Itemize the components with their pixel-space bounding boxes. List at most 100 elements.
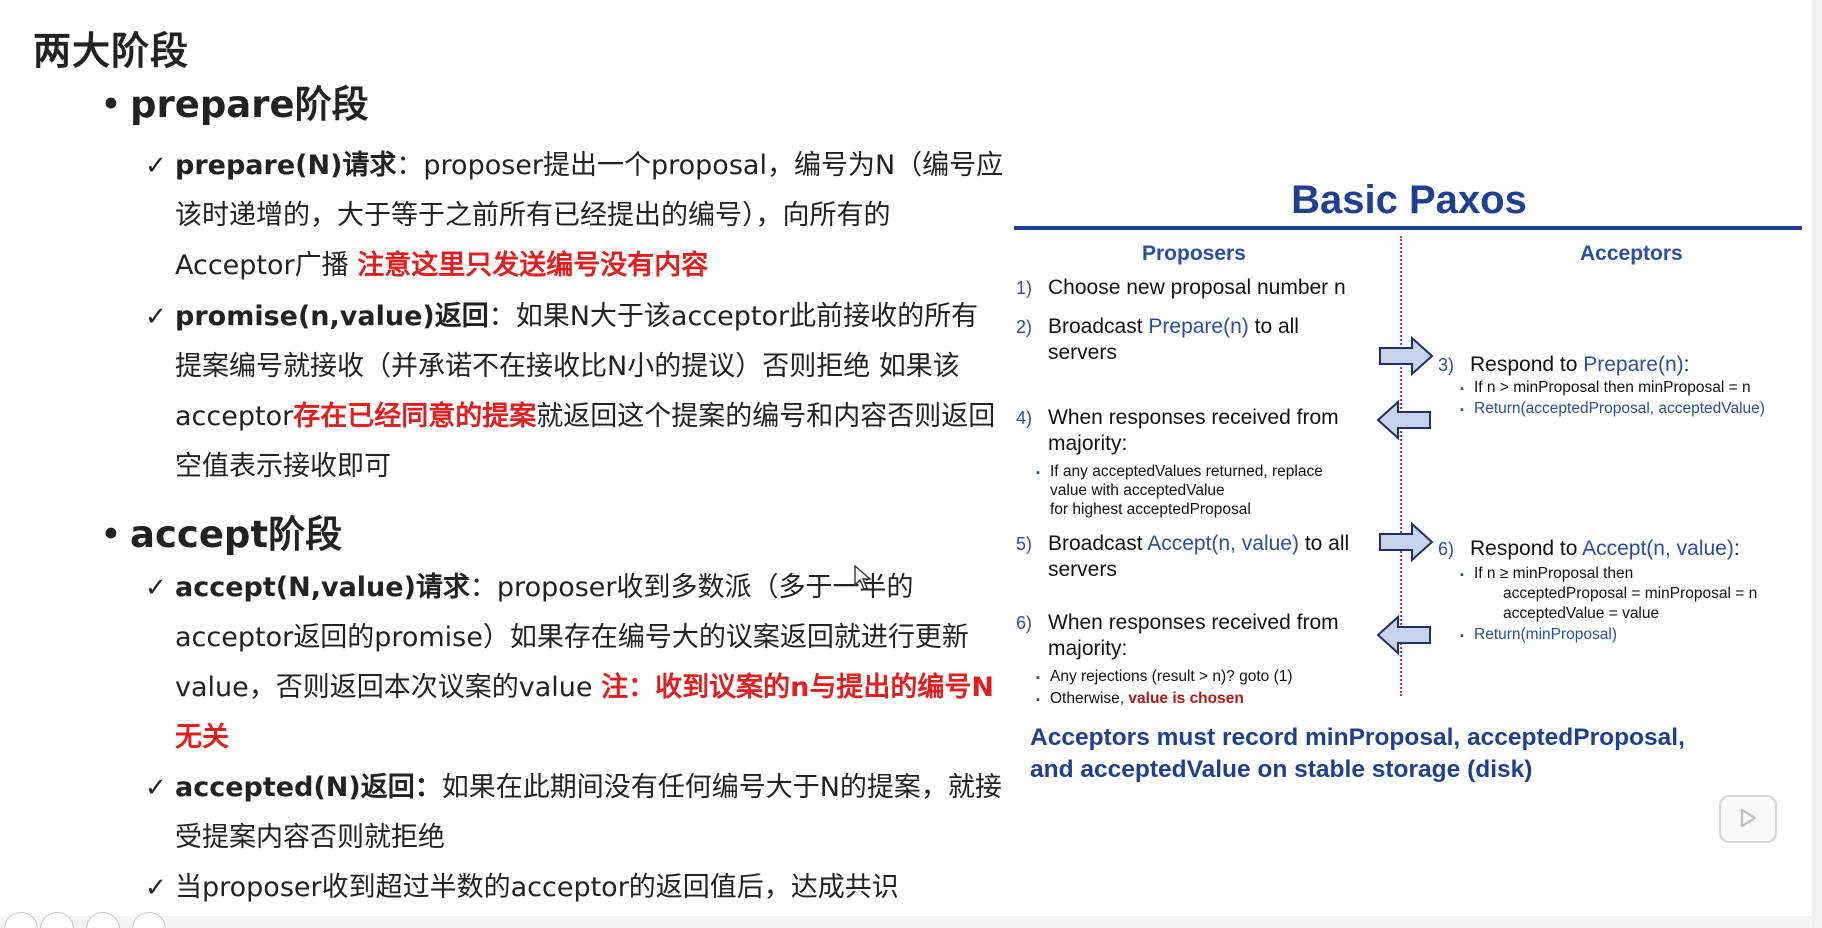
step-respond-prepare: Respond to Prepare(n): xyxy=(1470,352,1689,378)
arrow-left-icon xyxy=(1376,615,1431,655)
sub-bullet: ▪ If any acceptedValues returned, replace xyxy=(1036,462,1323,483)
step-majority-check: When responses received from majority: xyxy=(1048,610,1339,662)
pen-tool-icon[interactable] xyxy=(4,912,38,928)
zoom-tool-icon[interactable] xyxy=(86,912,120,928)
step-text: majority: xyxy=(1048,432,1128,455)
sub-bullet: ▪ If n ≥ minProposal then xyxy=(1460,564,1633,585)
arrow-right-icon xyxy=(1379,336,1434,376)
step-text: When responses received from xyxy=(1048,406,1339,429)
arrow-right-icon xyxy=(1379,522,1434,562)
diagram-title: Basic Paxos xyxy=(1291,178,1527,222)
check-icon: ✓ xyxy=(145,573,167,603)
sub-bullet: ▪ If n > minProposal then minProposal = n xyxy=(1460,378,1751,399)
square-bullet-icon: ▪ xyxy=(1460,569,1464,581)
step-broadcast-prepare: Broadcast Prepare(n) to all servers xyxy=(1048,314,1299,366)
footer-line: Acceptors must record minProposal, accep… xyxy=(1030,724,1685,751)
check-icon: ✓ xyxy=(145,773,167,803)
item-term: prepare(N)请求 xyxy=(175,150,397,181)
accept-heading-label: accept阶段 xyxy=(130,513,343,556)
bottom-toolbar xyxy=(0,916,1812,928)
item-highlight: 存在已经同意的提案 xyxy=(293,401,537,432)
sub-bullet: ▪ Otherwise, value is chosen xyxy=(1036,689,1244,710)
basic-paxos-diagram: Basic Paxos Proposers Acceptors 1) Choos… xyxy=(1014,170,1804,790)
step-number: 3) xyxy=(1438,355,1455,375)
step-text: Respond to xyxy=(1470,353,1584,376)
accept-call: Accept(n, value) xyxy=(1582,537,1734,560)
prepare-call: Prepare(n) xyxy=(1583,353,1684,376)
prepare-request-item: ✓ prepare(N)请求：proposer提出一个proposal，编号为N… xyxy=(145,141,1005,291)
scrollbar-track[interactable] xyxy=(1812,0,1822,928)
sub-text: for highest acceptedProposal xyxy=(1050,501,1251,518)
sub-text: Any rejections (result > n)? goto (1) xyxy=(1050,668,1293,685)
sub-bullet: ▪ Any rejections (result > n)? goto (1) xyxy=(1036,667,1293,688)
item-highlight: 注意这里只发送编号没有内容 xyxy=(357,250,709,281)
item-term: promise(n,value)返回 xyxy=(175,301,489,332)
sub-text: If n > minProposal then minProposal = n xyxy=(1474,379,1751,396)
step-text: servers xyxy=(1048,341,1117,364)
sub-text: Otherwise, xyxy=(1050,690,1129,707)
square-bullet-icon: ▪ xyxy=(1460,383,1464,395)
mouse-cursor-icon xyxy=(854,565,872,590)
sub-bullet: ▪ Return(acceptedProposal, acceptedValue) xyxy=(1460,399,1765,420)
step-text: : xyxy=(1683,353,1690,376)
step-respond-accept: Respond to Accept(n, value): xyxy=(1470,536,1740,562)
slide-title: 两大阶段 xyxy=(33,29,190,73)
sub-text: value with acceptedValue xyxy=(1050,482,1225,499)
check-icon: ✓ xyxy=(145,302,167,332)
proposers-label: Proposers xyxy=(1142,242,1246,265)
sub-text: If n ≥ minProposal then xyxy=(1474,565,1634,582)
footer-line: and acceptedValue on stable storage (dis… xyxy=(1030,756,1533,783)
step-text: Broadcast xyxy=(1048,532,1148,555)
play-button[interactable] xyxy=(1719,795,1777,843)
check-icon: ✓ xyxy=(145,151,167,181)
step-broadcast-accept: Broadcast Accept(n, value) to all server… xyxy=(1048,531,1349,583)
item-text: 当proposer收到超过半数的acceptor的返回值后，达成共识 xyxy=(175,872,899,903)
square-bullet-icon: ▪ xyxy=(1460,630,1464,642)
square-bullet-icon: ▪ xyxy=(1036,672,1040,684)
acceptors-label: Acceptors xyxy=(1580,242,1683,265)
step-number: 4) xyxy=(1016,408,1033,428)
consensus-item: ✓ 当proposer收到超过半数的acceptor的返回值后，达成共识 xyxy=(145,863,1005,913)
diagram-footer: Acceptors must record minProposal, accep… xyxy=(1030,722,1800,786)
accept-heading: • accept阶段 xyxy=(100,504,342,558)
step-text: Respond to xyxy=(1470,537,1583,560)
sub-text: acceptedProposal = minProposal = n xyxy=(1503,585,1758,602)
step-text: to all xyxy=(1248,315,1299,338)
copy-tool-icon[interactable] xyxy=(40,912,74,928)
value-chosen-highlight: value is chosen xyxy=(1128,690,1244,707)
accepted-return-item: ✓ accepted(N)返回：如果在此期间没有任何编号大于N的提案，就接受提案… xyxy=(145,763,1005,863)
step-text: Broadcast xyxy=(1048,315,1149,338)
prepare-heading: • prepare阶段 xyxy=(100,74,369,128)
step-number: 6) xyxy=(1016,613,1033,633)
sub-bullet: ▪ Return(minProposal) xyxy=(1460,625,1617,646)
step-number: 2) xyxy=(1016,317,1033,337)
prepare-heading-label: prepare阶段 xyxy=(130,83,369,126)
promise-return-item: ✓ promise(n,value)返回：如果N大于该acceptor此前接收的… xyxy=(145,292,1005,492)
step-choose-proposal: Choose new proposal number n xyxy=(1048,276,1346,299)
play-icon xyxy=(1740,808,1757,828)
step-text: When responses received from xyxy=(1048,611,1339,634)
sub-text: acceptedValue = value xyxy=(1503,605,1660,622)
square-bullet-icon: ▪ xyxy=(1460,404,1464,416)
item-term: accept(N,value)请求 xyxy=(175,572,470,603)
sub-text: Return(acceptedProposal, acceptedValue) xyxy=(1474,400,1765,417)
step-text: to all xyxy=(1298,532,1350,555)
step-text: servers xyxy=(1048,558,1117,581)
step-responses-received: When responses received from majority: xyxy=(1048,405,1339,457)
sub-text: Return(minProposal) xyxy=(1474,626,1617,643)
slide-page: 两大阶段 • prepare阶段 ✓ prepare(N)请求：proposer提… xyxy=(0,0,1822,928)
step-text: majority: xyxy=(1048,637,1128,660)
more-tool-icon[interactable] xyxy=(132,912,166,928)
accept-request-item: ✓ accept(N,value)请求：proposer收到多数派（多于一半的a… xyxy=(145,563,1005,763)
accept-call: Accept(n, value) xyxy=(1147,532,1299,555)
bullet: • xyxy=(100,513,122,556)
prepare-call: Prepare(n) xyxy=(1148,315,1249,338)
item-term: accepted(N)返回： xyxy=(175,772,442,803)
step-number: 1) xyxy=(1016,278,1033,298)
arrow-left-icon xyxy=(1376,400,1431,440)
step-number: 5) xyxy=(1016,534,1033,554)
square-bullet-icon: ▪ xyxy=(1036,467,1040,479)
title-underline xyxy=(1014,226,1802,230)
step-number: 6) xyxy=(1438,539,1455,559)
bullet: • xyxy=(100,83,122,126)
